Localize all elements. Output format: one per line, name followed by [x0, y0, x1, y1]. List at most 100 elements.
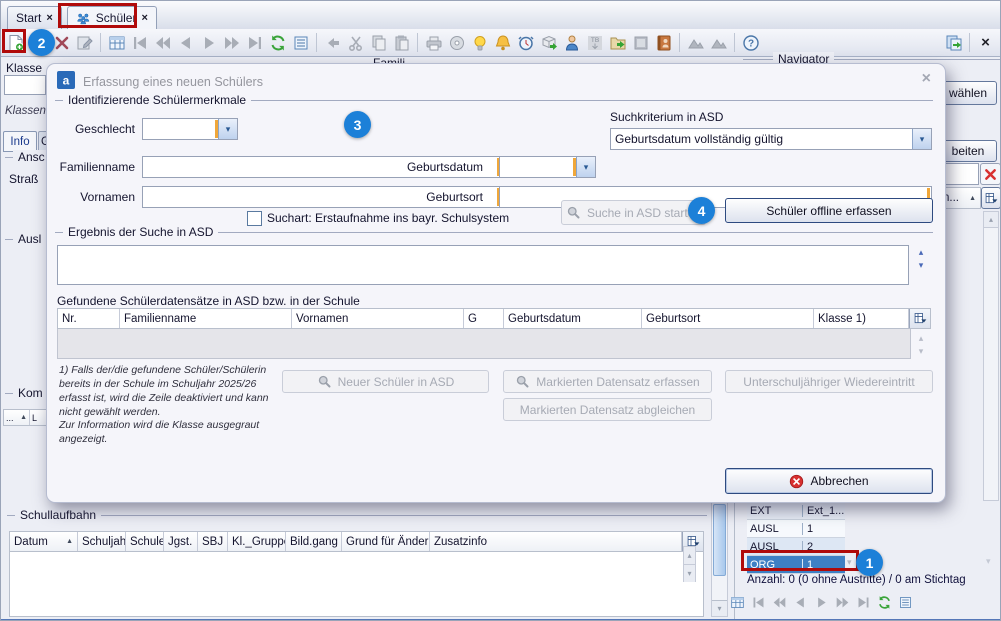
refresh-icon[interactable]: [267, 32, 288, 53]
column-header[interactable]: Zusatzinfo: [430, 532, 682, 551]
list-item[interactable]: AUSL1: [747, 520, 845, 538]
result-scroll-arrows[interactable]: ▴ ▾: [913, 246, 929, 271]
nav-forward-icon[interactable]: [198, 32, 219, 53]
tb-import-icon[interactable]: [584, 32, 605, 53]
column-header[interactable]: Familienname: [120, 309, 292, 328]
wiedereintritt-button[interactable]: Unterschuljähriger Wiedereintritt: [725, 370, 933, 393]
help-icon[interactable]: [740, 32, 761, 53]
list-item[interactable]: EXTExt_1...: [747, 502, 845, 520]
tab-start[interactable]: Start ×: [7, 6, 62, 29]
table-scroll-arrows[interactable]: ▴ ▾: [913, 332, 929, 357]
geburtsdatum-select[interactable]: ▾: [499, 156, 596, 178]
column-header[interactable]: Bild.gang: [286, 532, 342, 551]
tab-schueler-close-icon[interactable]: ×: [141, 12, 147, 24]
print-icon[interactable]: [423, 32, 444, 53]
cut-icon[interactable]: [345, 32, 366, 53]
scroll-down-icon[interactable]: ▾: [986, 556, 991, 567]
nav-fast-back-icon[interactable]: [769, 592, 790, 613]
tab-start-close-icon[interactable]: ×: [46, 12, 52, 24]
dialog-close-icon[interactable]: ×: [922, 71, 931, 87]
column-header[interactable]: Vornamen: [292, 309, 464, 328]
edit-record-icon[interactable]: [74, 32, 95, 53]
scroll-down-icon[interactable]: ▾: [919, 259, 924, 272]
column-picker-button[interactable]: [981, 187, 1001, 209]
small-scrollbar[interactable]: ▴ ▾: [683, 546, 696, 582]
column-header[interactable]: Schule: [126, 532, 164, 551]
table-view-icon[interactable]: [106, 32, 127, 53]
column-header[interactable]: Geburtsort: [642, 309, 814, 328]
bearbeiten-button[interactable]: beiten: [939, 140, 997, 162]
nav-last-icon[interactable]: [853, 592, 874, 613]
suchergebnis-textarea[interactable]: [57, 245, 909, 285]
column-header[interactable]: Grund für Änderung: [342, 532, 430, 551]
tab-info[interactable]: Info: [3, 131, 37, 152]
navigator-scrollbar[interactable]: ▴: [983, 211, 999, 501]
module-icon[interactable]: [630, 32, 651, 53]
column-header[interactable]: Jgst.: [164, 532, 198, 551]
alarm-clock-icon[interactable]: [515, 32, 536, 53]
copy-icon[interactable]: [368, 32, 389, 53]
column-header[interactable]: G: [464, 309, 504, 328]
nav-fast-forward-icon[interactable]: [221, 32, 242, 53]
scroll-up-icon[interactable]: ▴: [919, 246, 924, 259]
scroll-down-icon[interactable]: ▾: [684, 564, 695, 582]
offline-erfassen-button[interactable]: Schüler offline erfassen: [725, 198, 933, 223]
disc-icon[interactable]: [446, 32, 467, 53]
column-header[interactable]: SBJ: [198, 532, 228, 551]
column-picker-icon[interactable]: [909, 309, 930, 328]
geschlecht-select[interactable]: ▾: [142, 118, 238, 140]
user-transfer-icon[interactable]: [561, 32, 582, 53]
datensatz-abgleichen-button[interactable]: Markierten Datensatz abgleichen: [503, 398, 712, 421]
waehlen-button[interactable]: wählen: [939, 81, 997, 105]
klasse-input[interactable]: [4, 75, 46, 95]
abbrechen-button[interactable]: Abbrechen: [725, 468, 933, 494]
column-header[interactable]: Datum▲: [10, 532, 78, 551]
column-header[interactable]: Nr.: [58, 309, 120, 328]
nav-fast-back-icon[interactable]: [152, 32, 173, 53]
suchart-checkbox[interactable]: [247, 211, 262, 226]
nav-last-icon[interactable]: [244, 32, 265, 53]
list-scrollbar[interactable]: ▾: [711, 501, 728, 617]
batch-back-icon[interactable]: [685, 32, 706, 53]
close-workspace-icon[interactable]: ×: [975, 32, 996, 53]
nav-first-icon[interactable]: [129, 32, 150, 53]
neuer-schueler-asd-button[interactable]: Neuer Schüler in ASD: [282, 370, 489, 393]
list-view-icon[interactable]: [290, 32, 311, 53]
column-header[interactable]: Klasse 1): [814, 309, 909, 328]
export-box-icon[interactable]: [538, 32, 559, 53]
chevron-down-icon[interactable]: ▾: [218, 119, 237, 139]
nav-forward-icon[interactable]: [811, 592, 832, 613]
chevron-down-icon[interactable]: ▾: [912, 129, 931, 149]
schullaufbahn-table-body[interactable]: [9, 552, 704, 617]
result-table-body[interactable]: [57, 329, 911, 359]
scroll-down-icon[interactable]: ▾: [712, 600, 727, 616]
window-switch-icon[interactable]: [943, 32, 964, 53]
datensatz-erfassen-button[interactable]: Markierten Datensatz erfassen: [503, 370, 712, 393]
refresh-icon[interactable]: [874, 592, 895, 613]
back-arrow-icon[interactable]: [322, 32, 343, 53]
mini-table-header[interactable]: ...▲ L: [3, 409, 47, 426]
clear-filter-button[interactable]: [980, 163, 1001, 185]
column-header[interactable]: Kl._Gruppe: [228, 532, 286, 551]
scroll-up-icon[interactable]: ▴: [984, 212, 998, 228]
scrollbar-thumb[interactable]: [713, 504, 726, 576]
list-view-icon[interactable]: [895, 592, 916, 613]
chevron-down-icon[interactable]: ▾: [576, 157, 595, 177]
suche-asd-button[interactable]: Suche in ASD starten: [561, 200, 706, 225]
column-header[interactable]: Geburtsdatum: [504, 309, 642, 328]
nav-back-icon[interactable]: [175, 32, 196, 53]
batch-back-icon[interactable]: [708, 32, 729, 53]
scroll-down-icon[interactable]: ▾: [919, 345, 924, 358]
bell-icon[interactable]: [492, 32, 513, 53]
suchkriterium-select[interactable]: Geburtsdatum vollständig gültig ▾: [610, 128, 932, 150]
table-view-icon[interactable]: [727, 592, 748, 613]
address-book-icon[interactable]: [653, 32, 674, 53]
nav-first-icon[interactable]: [748, 592, 769, 613]
folder-export-icon[interactable]: [607, 32, 628, 53]
column-header[interactable]: Schuljahr: [78, 532, 126, 551]
scroll-up-icon[interactable]: ▴: [919, 332, 924, 345]
nav-back-icon[interactable]: [790, 592, 811, 613]
lightbulb-icon[interactable]: [469, 32, 490, 53]
scroll-up-icon[interactable]: ▴: [684, 547, 695, 564]
nav-fast-forward-icon[interactable]: [832, 592, 853, 613]
